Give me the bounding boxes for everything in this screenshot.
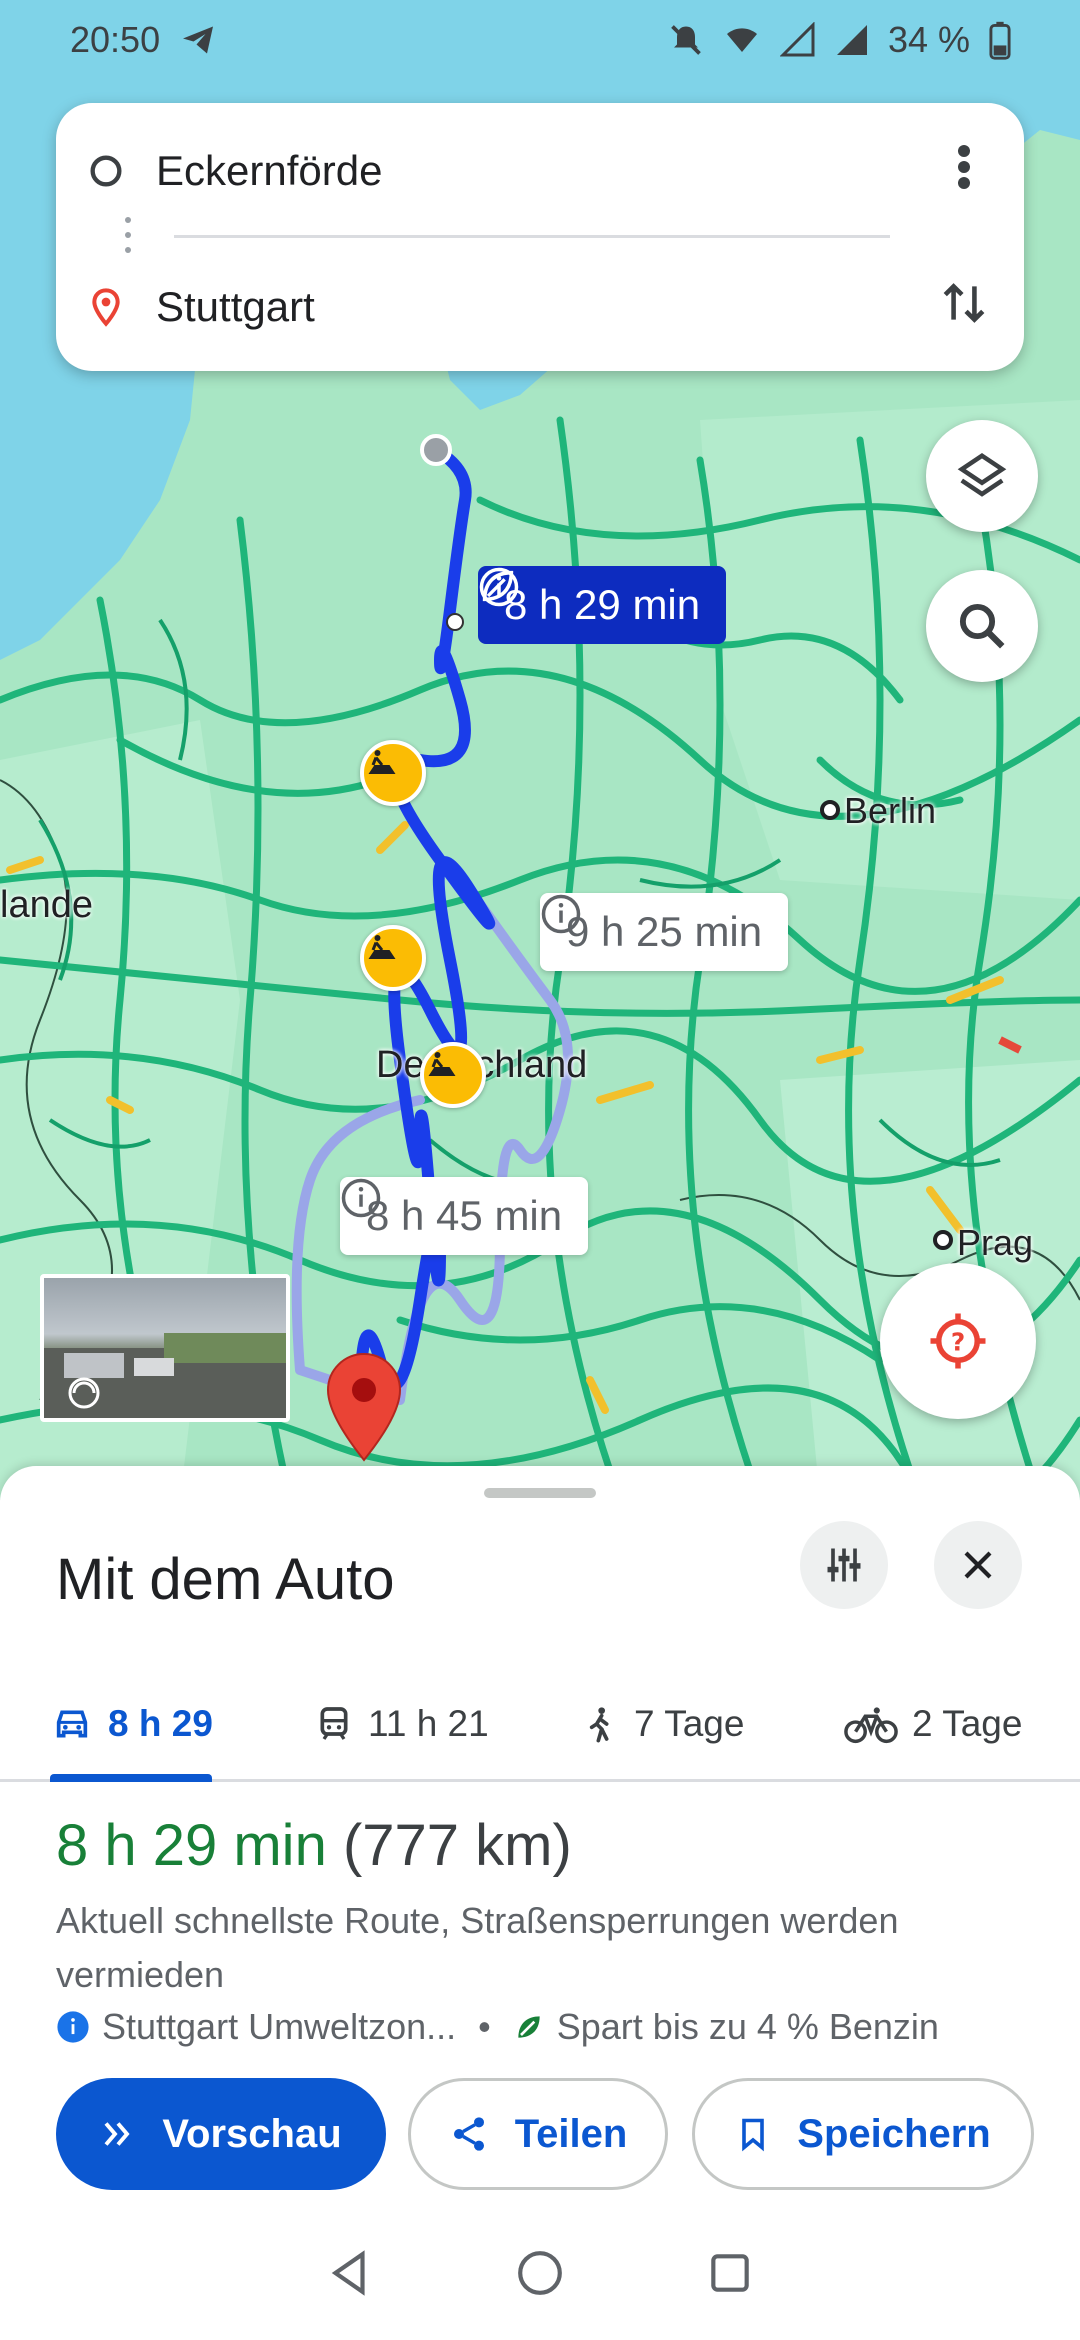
environmental-zone-info[interactable]: Stuttgart Umweltzon...: [102, 2006, 456, 2048]
route-time-main: 8 h 29 min: [504, 581, 701, 628]
mute-icon: [671, 25, 701, 55]
walk-icon: [589, 1707, 609, 1743]
tab-bike-label: 2 Tage: [912, 1703, 1023, 1744]
bookmark-icon: [742, 2118, 765, 2152]
share-button[interactable]: Teilen: [408, 2078, 668, 2190]
swap-vert-icon: [943, 283, 985, 323]
sheet-title: Mit dem Auto: [56, 1547, 395, 1612]
save-button[interactable]: Speichern: [692, 2078, 1034, 2190]
route-duration: 8 h 29 min: [56, 1813, 327, 1878]
route-divider: [174, 235, 890, 238]
close-icon: [964, 1551, 992, 1579]
preview-button[interactable]: Vorschau: [56, 2078, 386, 2190]
route-time-label-alt1[interactable]: 9 h 25 min: [540, 893, 789, 971]
telegram-icon: [183, 26, 214, 54]
layers-icon: [957, 453, 1007, 497]
roadwork-warning-icon[interactable]: [360, 925, 426, 991]
destination-pin-icon: [92, 288, 120, 327]
clock: 20:50: [70, 19, 161, 60]
route-time-alt2: 8 h 45 min: [366, 1192, 563, 1239]
destination-field[interactable]: Stuttgart: [56, 257, 1024, 357]
city-label-berlin: Berlin: [844, 790, 937, 831]
tab-bike[interactable]: 2 Tage: [844, 1666, 1022, 1782]
signal-icon: [836, 25, 867, 55]
roadwork-warning-icon[interactable]: [420, 1042, 486, 1108]
info-icon: [57, 2011, 89, 2043]
street-view-thumbnail[interactable]: [40, 1274, 290, 1422]
status-bar: 20:50 34 %: [0, 0, 1080, 80]
preview-button-label: Vorschau: [162, 2111, 342, 2156]
active-tab-indicator: [50, 1774, 212, 1782]
tab-car[interactable]: 8 h 29: [50, 1666, 213, 1782]
destination-text: Stuttgart: [156, 283, 315, 330]
street-view-image: [44, 1333, 286, 1418]
bike-icon: [844, 1707, 898, 1744]
train-icon: [320, 1707, 348, 1740]
tab-transit[interactable]: 11 h 21: [314, 1666, 489, 1782]
system-navigation-bar: [0, 2218, 1080, 2328]
layers-button[interactable]: [926, 420, 1038, 532]
tab-transit-label: 11 h 21: [368, 1703, 489, 1744]
route-connector-dots: [125, 217, 131, 253]
start-location-field[interactable]: Eckernförde: [56, 121, 1024, 221]
car-icon: [56, 1710, 88, 1738]
city-label-netherlands: lande: [0, 884, 93, 926]
battery-percentage: 34 %: [887, 19, 970, 60]
directions-bottom-sheet: Mit dem Auto 8 h 29 11 h 21 7 Tage 2 Tag…: [0, 1466, 1080, 2340]
battery-icon: [989, 21, 1011, 60]
eco-leaf-icon: [482, 570, 514, 602]
info-icon: [541, 894, 581, 934]
double-chevron-icon: [104, 2122, 130, 2146]
route-summary: 8 h 29 min (777 km): [56, 1812, 572, 1879]
route-options-button[interactable]: [800, 1521, 888, 1609]
eco-leaf-icon: [518, 2016, 540, 2038]
svg-text:?: ?: [951, 1328, 965, 1357]
location-target-icon: ?: [930, 1313, 986, 1369]
signal-icon: [779, 22, 815, 57]
info-separator: •: [478, 2006, 491, 2047]
roadwork-warning-icon[interactable]: [360, 740, 426, 806]
recents-icon[interactable]: [705, 2248, 755, 2298]
route-distance: (777 km): [342, 1813, 572, 1878]
home-icon[interactable]: [515, 2248, 565, 2298]
recenter-button[interactable]: ?: [880, 1263, 1036, 1419]
info-icon: [341, 1178, 381, 1218]
tab-walk[interactable]: 7 Tage: [580, 1666, 744, 1782]
tab-walk-label: 7 Tage: [634, 1703, 745, 1744]
tune-icon: [827, 1548, 861, 1582]
search-along-route-button[interactable]: [926, 570, 1038, 682]
share-icon: [453, 2117, 484, 2151]
route-input-card: Eckernförde Stuttgart: [56, 103, 1024, 371]
tab-car-label: 8 h 29: [108, 1703, 213, 1744]
route-time-alt1: 9 h 25 min: [566, 908, 763, 955]
route-time-label-alt2[interactable]: 8 h 45 min: [340, 1177, 589, 1255]
route-time-label-main[interactable]: 8 h 29 min: [478, 566, 727, 644]
start-location-text: Eckernförde: [156, 147, 383, 194]
drag-handle[interactable]: [484, 1488, 596, 1498]
search-icon: [959, 603, 1005, 649]
share-button-label: Teilen: [514, 2111, 628, 2156]
back-icon[interactable]: [325, 2248, 375, 2298]
route-description: Aktuell schnellste Route, Straßensperrun…: [56, 1900, 899, 1995]
more-vert-icon: [958, 145, 970, 189]
save-button-label: Speichern: [797, 2111, 991, 2156]
wifi-icon: [726, 28, 757, 52]
close-button[interactable]: [934, 1521, 1022, 1609]
more-options-button[interactable]: [934, 137, 994, 197]
origin-circle-icon: [90, 155, 122, 187]
city-label-prague: Prag: [957, 1222, 1034, 1263]
route-info-line: Stuttgart Umweltzon... • Spart bis zu 4 …: [56, 2006, 939, 2048]
fuel-savings-info: Spart bis zu 4 % Benzin: [556, 2006, 939, 2047]
travel-mode-tabs: 8 h 29 11 h 21 7 Tage 2 Tage: [0, 1666, 1080, 1782]
swap-route-button[interactable]: [934, 273, 994, 333]
